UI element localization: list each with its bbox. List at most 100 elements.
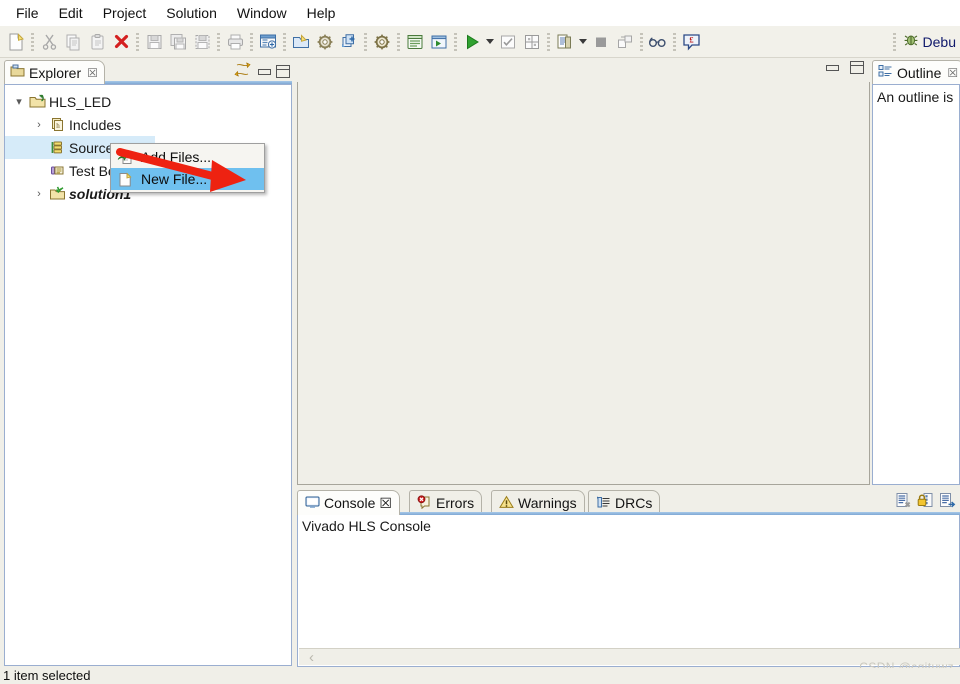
explorer-tabrow: Explorer ☒ (4, 60, 292, 84)
tab-explorer[interactable]: Explorer ☒ (4, 60, 105, 84)
toolbar-separator (31, 32, 34, 51)
explorer-icon (10, 64, 25, 81)
tree-item-label: Includes (69, 116, 122, 133)
menu-bar: File Edit Project Solution Window Help (0, 0, 960, 26)
tab-console[interactable]: Console ☒ (297, 490, 400, 515)
tab-warnings-label: Warnings (518, 495, 577, 511)
tab-console-label: Console (324, 495, 376, 511)
console-title-line: Vivado HLS Console (302, 518, 431, 534)
menu-help[interactable]: Help (297, 2, 346, 24)
outline-tabrow: Outline ☒ (872, 60, 960, 84)
editor-view-tools (825, 61, 864, 74)
save-as-icon[interactable] (191, 30, 213, 54)
paste-icon[interactable] (86, 30, 108, 54)
context-menu-item-new-file[interactable]: New File... (111, 168, 264, 190)
run-cosim-icon[interactable] (497, 30, 519, 54)
glasses-icon[interactable] (647, 30, 669, 54)
delete-icon[interactable] (110, 30, 132, 54)
chevron-down-icon[interactable]: ▾ (11, 95, 27, 108)
main-toolbar: £ Debu (0, 26, 960, 58)
maximize-icon[interactable] (276, 64, 290, 78)
clear-console-icon[interactable] (895, 492, 912, 511)
toolbar-separator (250, 32, 253, 51)
close-icon[interactable]: ☒ (379, 495, 392, 512)
open-report-icon[interactable] (614, 30, 636, 54)
solution-folder-icon (47, 186, 67, 201)
tab-explorer-label: Explorer (29, 64, 82, 81)
warnings-icon (499, 495, 514, 512)
tab-outline-label: Outline (897, 64, 942, 81)
tree-item-label: HLS_LED (49, 93, 112, 110)
tree-item-label: Source (69, 139, 114, 156)
status-bar: 1 item selected (0, 668, 960, 684)
toolbar-separator (397, 32, 400, 51)
console-view: Console ☒ Errors Warnings DRCs Vivado HL… (297, 489, 960, 667)
toolbar-separator (217, 32, 220, 51)
display-selected-console-icon[interactable] (939, 492, 956, 511)
console-body[interactable]: Vivado HLS Console ‹ (297, 515, 960, 667)
testbench-icon (47, 163, 67, 178)
solution-settings-icon[interactable] (371, 30, 393, 54)
copy-icon[interactable] (62, 30, 84, 54)
tab-drcs-label: DRCs (615, 495, 653, 511)
menu-solution[interactable]: Solution (156, 2, 227, 24)
editor-empty-body[interactable] (297, 69, 870, 485)
stop-icon[interactable] (590, 30, 612, 54)
menu-file[interactable]: File (6, 2, 49, 24)
run-dropdown-arrow[interactable] (484, 31, 496, 53)
open-project-icon[interactable] (290, 30, 312, 54)
context-menu-item-label: New File... (141, 171, 208, 187)
toolbar-separator (640, 32, 643, 51)
errors-icon (417, 494, 432, 512)
scroll-lock-icon[interactable] (917, 492, 934, 511)
includes-icon: h (47, 117, 67, 132)
debug-perspective-button[interactable]: Debu (899, 32, 960, 51)
debug-perspective-label: Debu (922, 33, 956, 50)
print-icon[interactable] (224, 30, 246, 54)
export-rtl-icon[interactable] (521, 30, 543, 54)
source-folder-icon (47, 140, 67, 155)
tab-outline[interactable]: Outline ☒ (872, 60, 960, 84)
status-bar-text: 1 item selected (3, 668, 91, 683)
chevron-right-icon[interactable]: › (31, 119, 47, 131)
context-menu-item-add-files[interactable]: Add Files... (111, 146, 264, 168)
tree-item-includes[interactable]: › h Includes (5, 113, 291, 136)
menu-project[interactable]: Project (93, 2, 157, 24)
scroll-left-arrow-icon[interactable]: ‹ (299, 649, 314, 666)
svg-text:£: £ (689, 34, 693, 44)
toolbar-separator (283, 32, 286, 51)
run-c-simulation-icon[interactable] (404, 30, 426, 54)
editor-tabrow (297, 60, 870, 82)
compare-reports-icon[interactable] (554, 30, 576, 54)
console-tabrow: Console ☒ Errors Warnings DRCs (297, 489, 960, 515)
cut-icon[interactable] (38, 30, 60, 54)
project-settings-icon[interactable] (314, 30, 336, 54)
menu-edit[interactable]: Edit (49, 2, 93, 24)
license-info-icon[interactable]: £ (680, 30, 702, 54)
svg-text:h: h (56, 122, 60, 130)
new-project-icon[interactable] (257, 30, 279, 54)
chevron-right-icon[interactable]: › (31, 188, 47, 200)
new-solution-icon[interactable] (338, 30, 360, 54)
context-menu: Add Files... New File... (110, 143, 265, 193)
outline-icon (878, 64, 893, 81)
toolbar-separator (136, 32, 139, 51)
link-with-editor-icon[interactable] (234, 62, 251, 80)
outline-message: An outline is (877, 89, 954, 105)
menu-window[interactable]: Window (227, 2, 297, 24)
toolbar-separator (673, 32, 676, 51)
toolbar-separator (892, 32, 896, 51)
run-icon[interactable] (461, 30, 483, 54)
close-icon[interactable]: ☒ (947, 66, 958, 80)
minimize-icon[interactable] (257, 66, 271, 77)
compare-dropdown-arrow[interactable] (577, 31, 589, 53)
new-file-icon[interactable] (5, 30, 27, 54)
run-c-synthesis-icon[interactable] (428, 30, 450, 54)
maximize-icon[interactable] (850, 61, 864, 74)
save-icon[interactable] (143, 30, 165, 54)
close-icon[interactable]: ☒ (87, 66, 98, 80)
save-all-icon[interactable] (167, 30, 189, 54)
project-folder-icon (27, 94, 47, 109)
minimize-icon[interactable] (825, 62, 839, 73)
tree-item-hls-led[interactable]: ▾ HLS_LED (5, 90, 291, 113)
